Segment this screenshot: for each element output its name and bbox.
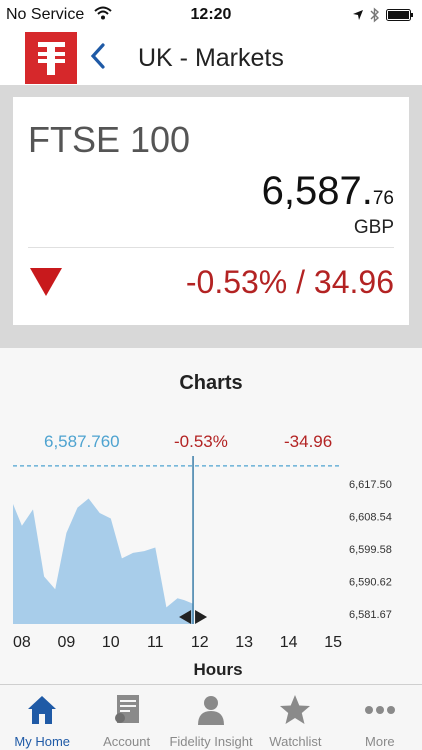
tab-bar: My Home Account Fidelity Insight Watchli…	[0, 684, 422, 750]
tab-label: My Home	[14, 734, 71, 749]
tab-account[interactable]: Account	[84, 685, 168, 750]
tab-more[interactable]: More	[338, 685, 422, 750]
divider	[28, 247, 394, 248]
chevron-left-icon	[90, 43, 105, 69]
cursor-change-absolute: -34.96	[284, 432, 333, 451]
tab-fidelity-insight[interactable]: Fidelity Insight	[169, 685, 253, 750]
intraday-chart[interactable]: 6,617.50 6,608.54 6,599.58 6,590.62 6,581.67…	[0, 456, 422, 656]
person-icon	[198, 696, 225, 725]
index-name: FTSE 100	[28, 119, 191, 160]
down-triangle-icon	[30, 268, 62, 296]
price-change: -0.53% / 34.96	[185, 264, 394, 300]
y-tick-label: 6,581.67	[349, 609, 392, 621]
cursor-value: 6,587.760	[44, 432, 120, 451]
home-icon	[28, 696, 57, 724]
y-tick-label: 6,608.54	[349, 512, 392, 524]
x-tick-label: 14	[280, 634, 298, 651]
x-tick-label: 11	[147, 634, 164, 651]
nav-bar: UK - Markets	[0, 30, 422, 86]
status-bar: No Service 12:20	[0, 0, 422, 30]
price: 6,587.76	[262, 169, 394, 214]
x-tick-label: 13	[235, 634, 253, 651]
battery-icon	[386, 9, 413, 21]
price-area	[13, 498, 194, 624]
charts-title: Charts	[179, 372, 243, 394]
bluetooth-icon	[370, 7, 380, 23]
cursor-change-percent: -0.53%	[174, 432, 228, 451]
x-tick-label: 09	[57, 634, 75, 651]
account-document-icon	[114, 695, 139, 723]
tab-my-home[interactable]: My Home	[0, 685, 84, 750]
fidelity-logo-icon	[25, 32, 77, 84]
tab-label: Watchlist	[269, 734, 322, 749]
tab-label: More	[365, 734, 395, 749]
cursor-handle-right-icon[interactable]	[195, 610, 208, 624]
x-tick-label: 12	[191, 634, 209, 651]
tab-watchlist[interactable]: Watchlist	[253, 685, 337, 750]
x-tick-label: 15	[324, 634, 342, 651]
currency: GBP	[353, 217, 394, 238]
summary-panel: FTSE 100 6,587.76 GBP -0.53% / 34.96	[0, 86, 422, 348]
price-decimals: 76	[372, 188, 394, 209]
tab-label: Fidelity Insight	[169, 734, 253, 749]
location-arrow-icon	[353, 10, 363, 20]
x-tick-label: 08	[13, 634, 31, 651]
chart-section: Charts 6,587.760 -0.53% -34.96 6,617.50 6…	[0, 348, 422, 684]
x-axis-label: Hours	[193, 660, 243, 679]
tab-label: Account	[103, 734, 151, 749]
y-tick-label: 6,590.62	[349, 577, 392, 589]
more-dots-icon	[364, 706, 395, 714]
back-button[interactable]	[86, 42, 112, 72]
price-main: 6,587.	[261, 169, 373, 213]
index-summary-card: FTSE 100 6,587.76 GBP -0.53% / 34.96	[13, 97, 409, 325]
page-title: UK - Markets	[138, 44, 284, 72]
x-tick-label: 10	[102, 634, 120, 651]
star-icon	[280, 695, 311, 724]
y-tick-label: 6,617.50	[349, 479, 392, 491]
y-tick-label: 6,599.58	[349, 544, 392, 556]
